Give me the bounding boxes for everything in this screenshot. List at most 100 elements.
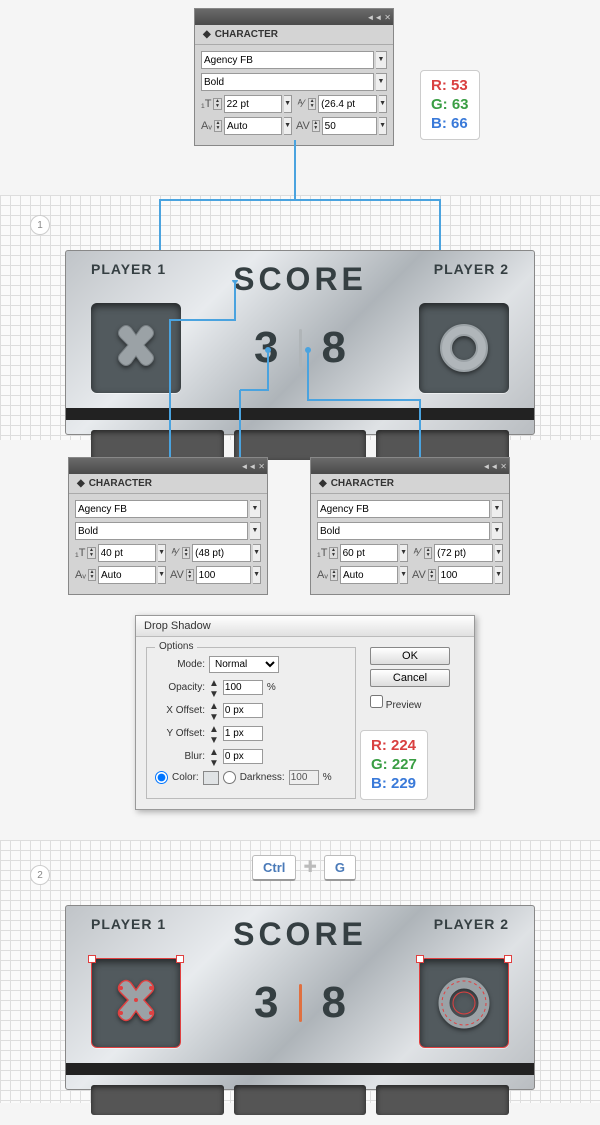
font-family-select[interactable]: [201, 51, 374, 69]
stepper[interactable]: ▲▼: [209, 701, 219, 719]
font-family-select[interactable]: [317, 500, 490, 518]
opacity-label: Opacity:: [155, 682, 205, 693]
stepper[interactable]: ▲▼: [87, 547, 95, 559]
close-icon[interactable]: ✕: [258, 462, 265, 471]
x-piece-icon: [111, 323, 161, 373]
collapse-icon[interactable]: ◄◄: [482, 462, 498, 471]
blur-input[interactable]: [223, 749, 263, 764]
chevron-down-icon[interactable]: ▼: [284, 117, 292, 135]
chevron-down-icon[interactable]: ▼: [495, 544, 503, 562]
chevron-down-icon[interactable]: ▼: [158, 566, 166, 584]
leading-input[interactable]: [434, 544, 493, 562]
stepper[interactable]: ▲▼: [329, 547, 337, 559]
chevron-down-icon[interactable]: ▼: [495, 566, 503, 584]
font-size-input[interactable]: [340, 544, 398, 562]
chevron-down-icon[interactable]: ▼: [379, 95, 387, 113]
panel-tab[interactable]: ◆ CHARACTER: [195, 25, 393, 45]
collapse-icon[interactable]: ◄◄: [366, 13, 382, 22]
chevron-down-icon[interactable]: ▼: [376, 51, 387, 69]
mode-select[interactable]: Normal: [209, 656, 279, 673]
font-size-icon: ₁T: [317, 545, 327, 561]
slot: [234, 430, 367, 460]
stepper[interactable]: ▲▼: [330, 569, 338, 581]
stepper[interactable]: ▲▼: [312, 120, 320, 132]
chevron-down-icon[interactable]: ▼: [379, 117, 387, 135]
ctrl-key: Ctrl: [252, 855, 296, 881]
preview-checkbox-label[interactable]: Preview: [370, 695, 450, 711]
cancel-button[interactable]: Cancel: [370, 669, 450, 687]
panel-tab[interactable]: ◆ CHARACTER: [69, 474, 267, 494]
chevron-down-icon[interactable]: ▼: [376, 73, 387, 91]
collapse-icon[interactable]: ◄◄: [240, 462, 256, 471]
color-radio[interactable]: [155, 771, 168, 784]
options-legend: Options: [155, 641, 197, 652]
font-size-icon: ₁T: [75, 545, 85, 561]
stepper[interactable]: ▲▼: [424, 547, 432, 559]
player2-tile-selected[interactable]: [419, 958, 509, 1048]
chevron-down-icon[interactable]: ▼: [250, 522, 261, 540]
leading-input[interactable]: [192, 544, 251, 562]
stepper[interactable]: ▲▼: [88, 569, 96, 581]
stepper[interactable]: ▲▼: [209, 724, 219, 742]
panel-tab[interactable]: ◆ CHARACTER: [311, 474, 509, 494]
character-panel-top: ◄◄✕ ◆ CHARACTER ▼ ▼ ₁T▲▼▼ ᴬ⁄▲▼▼ Aᵥ▲▼▼ AV…: [194, 8, 394, 146]
blur-label: Blur:: [155, 751, 205, 762]
font-weight-select[interactable]: [317, 522, 490, 540]
chevron-down-icon[interactable]: ▼: [492, 500, 503, 518]
stepper[interactable]: ▲▼: [213, 98, 221, 110]
g-key: G: [324, 855, 356, 881]
chevron-down-icon[interactable]: ▼: [284, 95, 292, 113]
font-weight-select[interactable]: [201, 73, 374, 91]
stepper[interactable]: ▲▼: [308, 98, 316, 110]
rgb-r: R: 53: [431, 77, 469, 96]
stepper[interactable]: ▲▼: [186, 569, 194, 581]
leading-icon: ᴬ⁄: [296, 96, 306, 112]
kerning-input[interactable]: [340, 566, 398, 584]
tracking-input[interactable]: [196, 566, 251, 584]
percent-label: %: [323, 772, 332, 783]
rgb-values-box: R: 53 G: 63 B: 66: [420, 70, 480, 140]
kerning-input[interactable]: [224, 117, 282, 135]
font-size-input[interactable]: [98, 544, 156, 562]
darkness-radio[interactable]: [223, 771, 236, 784]
rgb-b: B: 229: [371, 775, 417, 794]
leading-input[interactable]: [318, 95, 377, 113]
chevron-down-icon[interactable]: ▼: [400, 544, 408, 562]
panel-titlebar: ◄◄✕: [195, 9, 393, 25]
player1-tile-selected[interactable]: [91, 958, 181, 1048]
chevron-down-icon[interactable]: ▼: [250, 500, 261, 518]
chevron-down-icon[interactable]: ▼: [492, 522, 503, 540]
kerning-icon: Aᵥ: [75, 567, 86, 583]
tracking-input[interactable]: [438, 566, 493, 584]
stepper[interactable]: ▲▼: [209, 747, 219, 765]
close-icon[interactable]: ✕: [500, 462, 507, 471]
chevron-down-icon[interactable]: ▼: [253, 544, 261, 562]
score-right: 8: [322, 978, 346, 1028]
stepper[interactable]: ▲▼: [214, 120, 222, 132]
font-weight-select[interactable]: [75, 522, 248, 540]
ok-button[interactable]: OK: [370, 647, 450, 665]
tracking-input[interactable]: [322, 117, 377, 135]
stepper[interactable]: ▲▼: [182, 547, 190, 559]
preview-checkbox[interactable]: [370, 695, 383, 708]
chevron-down-icon[interactable]: ▼: [253, 566, 261, 584]
close-icon[interactable]: ✕: [384, 13, 391, 22]
kerning-input[interactable]: [98, 566, 156, 584]
score-right: 8: [322, 323, 346, 373]
stepper[interactable]: ▲▼: [209, 678, 219, 696]
stepper[interactable]: ▲▼: [428, 569, 436, 581]
player1-tile: [91, 303, 181, 393]
xoffset-input[interactable]: [223, 703, 263, 718]
font-family-select[interactable]: [75, 500, 248, 518]
chevron-down-icon[interactable]: ▼: [158, 544, 166, 562]
score-label: SCORE: [233, 261, 367, 298]
player1-label: PLAYER 1: [91, 261, 166, 298]
panel-titlebar: ◄◄✕: [311, 458, 509, 474]
yoffset-input[interactable]: [223, 726, 263, 741]
color-swatch[interactable]: [203, 771, 219, 785]
font-size-input[interactable]: [224, 95, 282, 113]
rgb-g: G: 63: [431, 96, 469, 115]
chevron-down-icon[interactable]: ▼: [400, 566, 408, 584]
opacity-input[interactable]: [223, 680, 263, 695]
leading-icon: ᴬ⁄: [412, 545, 422, 561]
